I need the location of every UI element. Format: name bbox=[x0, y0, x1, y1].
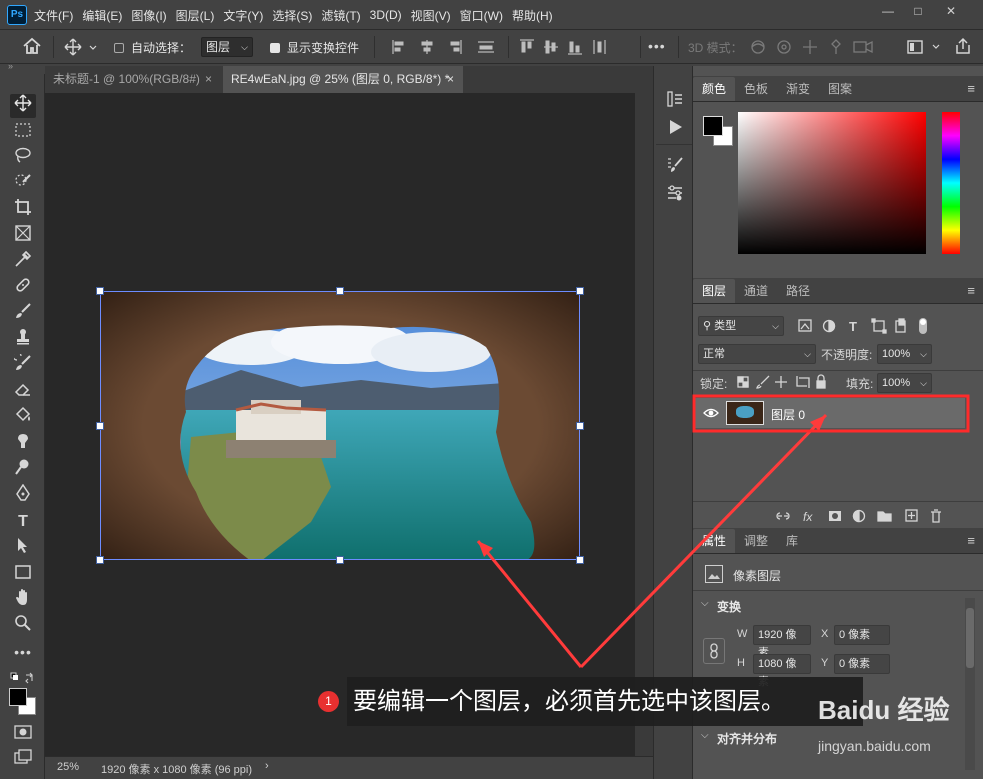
annotation-number-badge: 1 bbox=[318, 691, 339, 712]
annotation-arrows bbox=[476, 394, 970, 669]
annotation-caption: 要编辑一个图层，必须首先选中该图层。 bbox=[347, 677, 863, 726]
photoshop-window: Ps 文件(F) 编辑(E) 图像(I) 图层(L) 文字(Y) 选择(S) 滤… bbox=[0, 0, 983, 779]
watermark-url: jingyan.baidu.com bbox=[818, 738, 931, 754]
watermark-brand: Baidu 经验 bbox=[818, 695, 950, 725]
